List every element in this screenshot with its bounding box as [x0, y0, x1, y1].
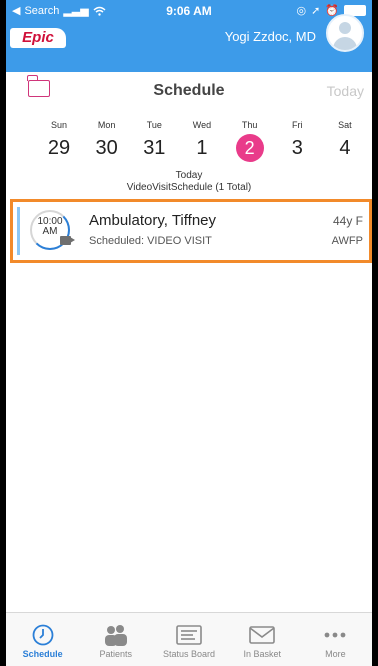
appointment-department: AWFP — [331, 235, 363, 247]
tab-more[interactable]: More — [299, 613, 372, 666]
location-icon: ◎ — [296, 5, 307, 17]
tab-label: Patients — [99, 649, 133, 659]
status-right: ◎ ➚ ⏰ — [296, 4, 366, 17]
navigation-icon: ➚ — [311, 5, 321, 17]
tab-label: In Basket — [243, 649, 281, 659]
day-of-week: Tue — [146, 120, 162, 130]
day-of-week: Fri — [292, 120, 303, 130]
status-board-icon — [176, 625, 202, 645]
appointment-stripe — [17, 207, 20, 255]
patient-age-sex: 44y F — [332, 214, 363, 228]
day-sat[interactable]: Sat 4 — [328, 120, 362, 168]
tab-status-board[interactable]: Status Board — [152, 613, 225, 666]
day-number: 1 — [196, 137, 208, 159]
user-avatar-icon[interactable] — [326, 14, 364, 52]
day-number: 31 — [143, 137, 166, 159]
schedule-toolbar: Schedule Today — [6, 72, 372, 112]
day-mon[interactable]: Mon 30 — [90, 120, 124, 168]
tab-label: More — [325, 649, 346, 659]
day-of-week: Sun — [50, 120, 67, 130]
appointment-row[interactable]: 10:00 AM Ambulatory, Tiffney 44y F Sched… — [10, 199, 372, 263]
selected-day-number: 2 — [235, 134, 264, 162]
day-number: 4 — [339, 137, 351, 159]
day-of-week: Mon — [97, 120, 116, 130]
phone-screen: ◀ Search ▂▃▅ 9:06 AM ◎ ➚ ⏰ Epic Yogi Zzd… — [6, 0, 372, 666]
day-thu-selected[interactable]: Thu 2 — [233, 120, 267, 168]
user-name[interactable]: Yogi Zzdoc, MD — [225, 29, 316, 44]
envelope-icon — [249, 626, 276, 644]
week-strip: Sun 29 Mon 30 Tue 31 Wed 1 Thu 2 Fri 3 S… — [42, 120, 362, 168]
day-of-week: Wed — [192, 120, 212, 130]
tab-patients[interactable]: Patients — [79, 613, 152, 666]
video-camera-icon — [60, 236, 71, 245]
tab-label: Schedule — [22, 649, 63, 659]
tab-bar: Schedule Patients Status Board In Basket… — [6, 612, 372, 666]
schedule-name: VideoVisitSchedule (1 Total) — [126, 182, 252, 193]
appointment-status: Scheduled: VIDEO VISIT — [89, 235, 212, 247]
tab-schedule[interactable]: Schedule — [6, 613, 79, 666]
day-number: 29 — [47, 137, 71, 159]
day-wed[interactable]: Wed 1 — [185, 120, 219, 168]
page-title: Schedule — [153, 82, 225, 99]
tab-label: Status Board — [162, 649, 216, 659]
patients-icon — [104, 625, 127, 646]
status-bar: ◀ Search ▂▃▅ 9:06 AM ◎ ➚ ⏰ — [6, 0, 372, 22]
epic-logo: Epic — [10, 28, 66, 48]
appointment-time: 10:00 AM — [30, 217, 70, 237]
tab-in-basket[interactable]: In Basket — [226, 613, 299, 666]
day-fri[interactable]: Fri 3 — [280, 120, 314, 168]
day-sun[interactable]: Sun 29 — [42, 120, 76, 168]
today-button[interactable]: Today — [327, 83, 364, 99]
day-number: 3 — [291, 137, 303, 159]
date-caption: Today — [175, 170, 203, 181]
day-tue[interactable]: Tue 31 — [137, 120, 171, 168]
patient-name: Ambulatory, Tiffney — [89, 212, 217, 229]
day-of-week: Thu — [241, 120, 258, 130]
clock-icon — [32, 624, 53, 646]
day-of-week: Sat — [338, 120, 352, 130]
more-icon — [325, 632, 346, 638]
day-number: 30 — [95, 137, 118, 159]
